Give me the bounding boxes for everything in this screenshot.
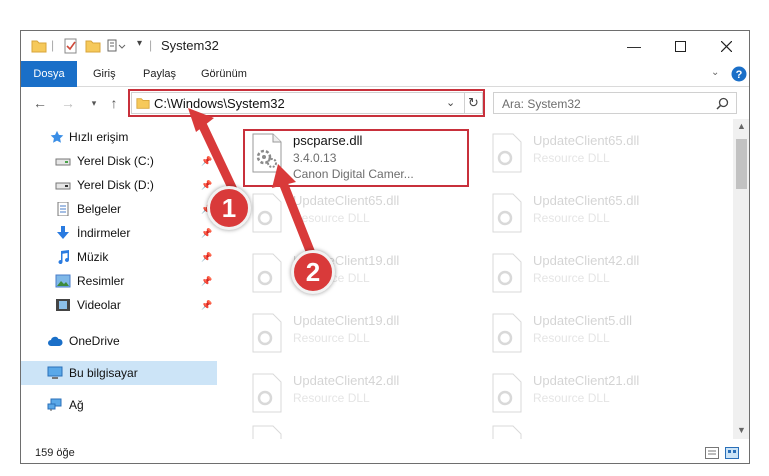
callout-badge-1: 1 [207,186,251,230]
callout-badge-2: 2 [291,250,335,294]
callout-arrows [188,108,321,271]
